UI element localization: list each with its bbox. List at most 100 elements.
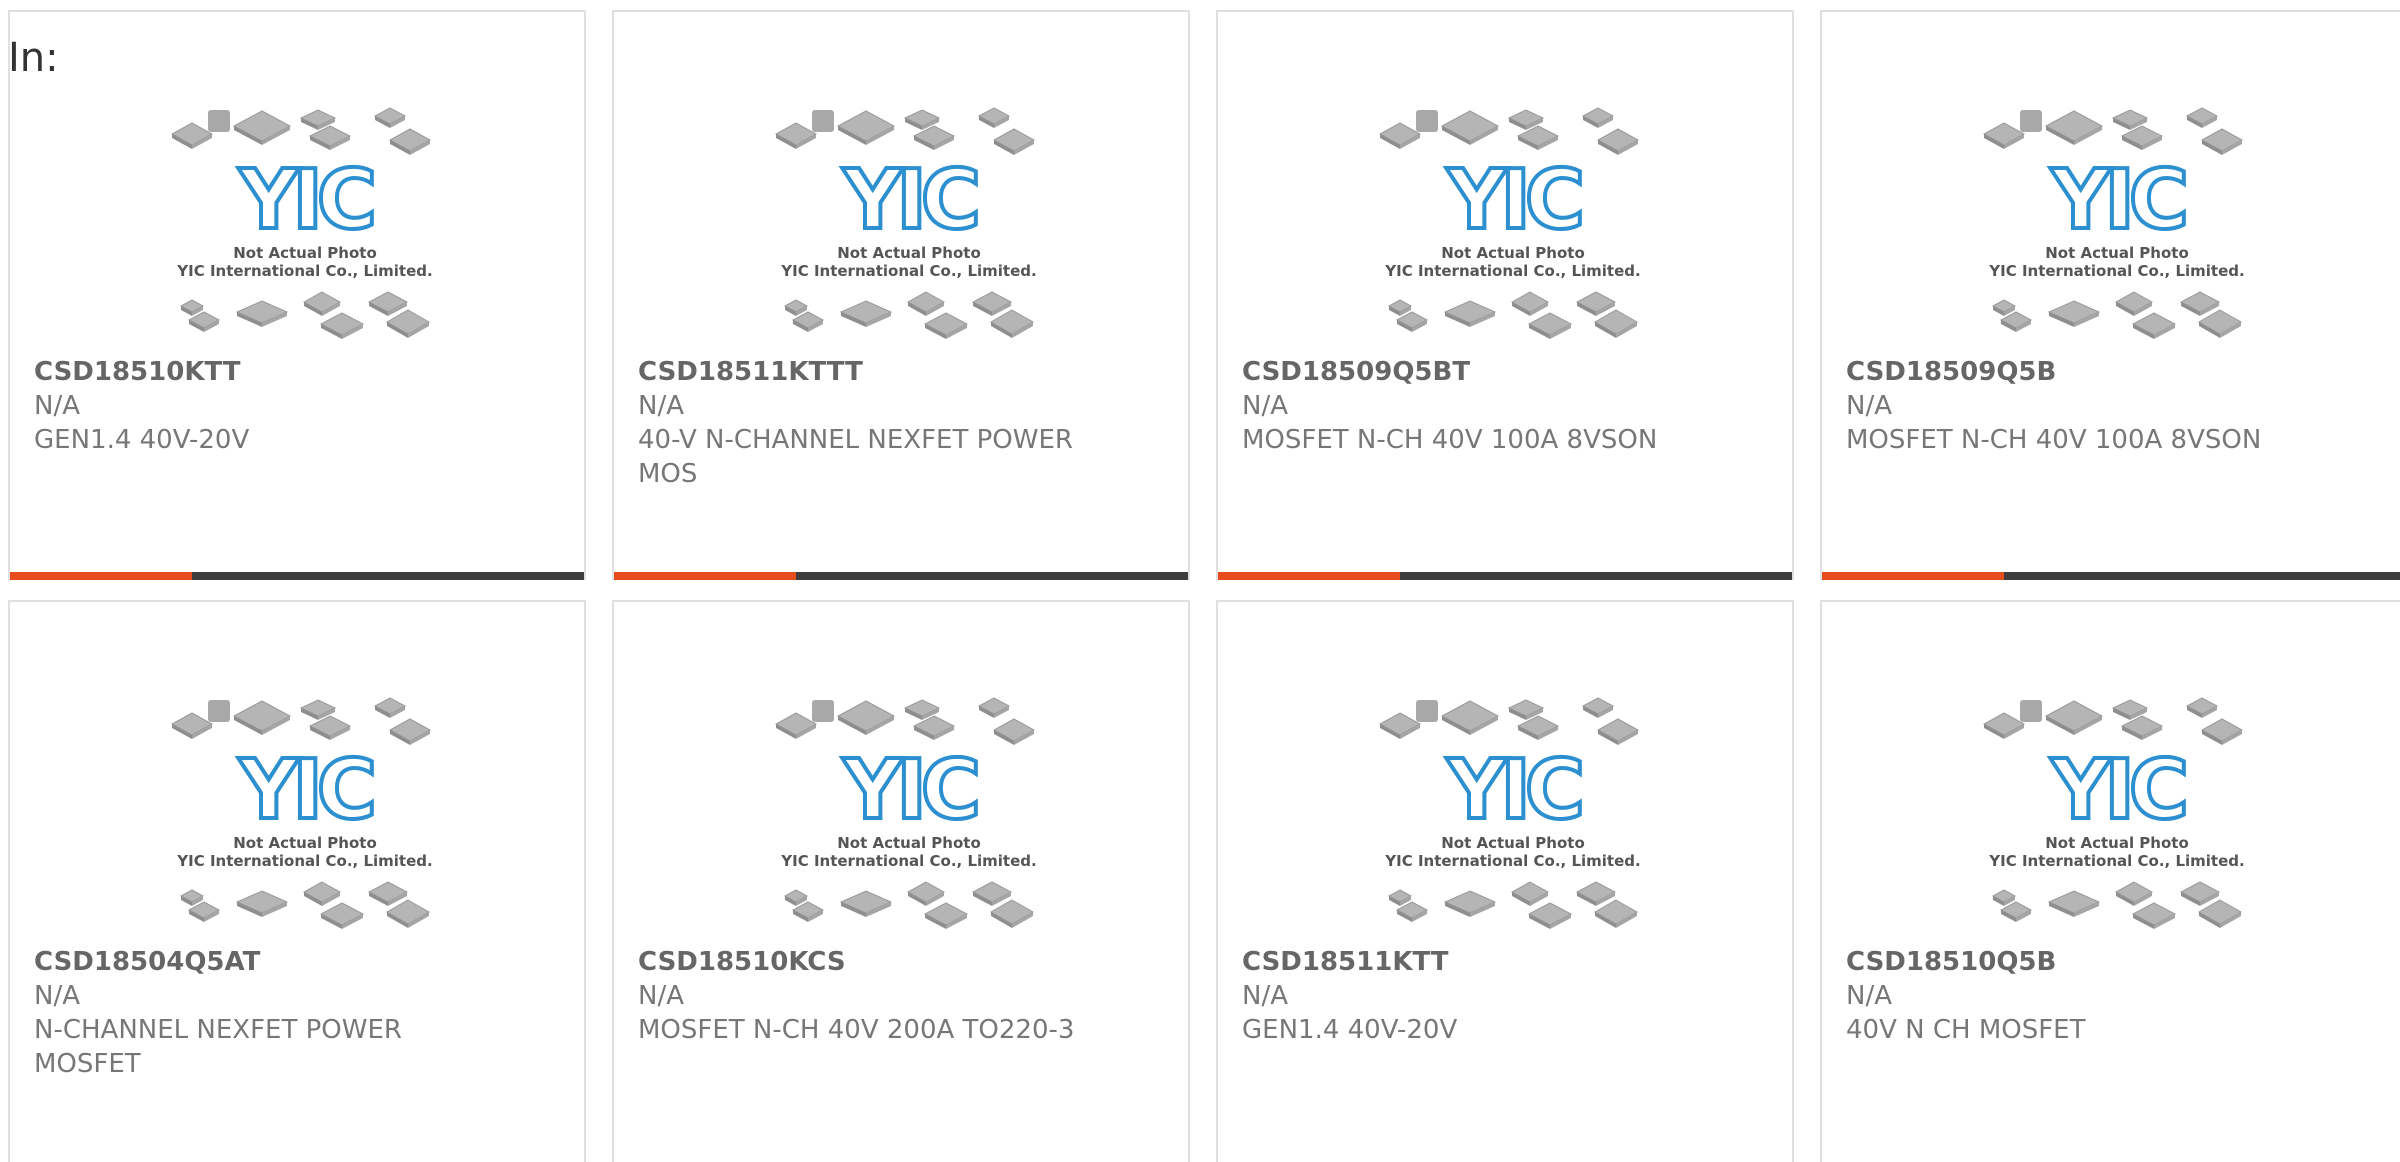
- chip-icon: [1440, 110, 1500, 145]
- chip-icon: [1510, 881, 1550, 906]
- product-card[interactable]: YIC Not Actual Photo YIC International Co.…: [612, 10, 1190, 580]
- chip-icon: [992, 128, 1036, 155]
- photo-caption-line1: Not Actual Photo: [1441, 244, 1585, 262]
- product-card[interactable]: YIC Not Actual Photo YIC International Co.…: [8, 600, 586, 1162]
- chip-icon: [2020, 110, 2042, 132]
- product-part-number[interactable]: CSD18504Q5AT: [34, 945, 260, 979]
- chip-icon: [2047, 890, 2101, 917]
- product-part-number[interactable]: CSD18510Q5B: [1846, 945, 2056, 979]
- product-photo-placeholder[interactable]: YIC Not Actual Photo YIC International Co.…: [774, 692, 1044, 942]
- chip-icon: [1443, 890, 1497, 917]
- card-accent-bar-fill: [614, 572, 796, 580]
- chip-icon: [2044, 110, 2104, 145]
- chip-icon: [1440, 700, 1500, 735]
- photo-caption-line2: YIC International Co., Limited.: [176, 852, 432, 870]
- photo-caption-line1: Not Actual Photo: [1441, 834, 1585, 852]
- chip-icon: [1378, 712, 1422, 739]
- yic-logo: YIC: [238, 743, 372, 838]
- chip-icon: [783, 889, 809, 906]
- chip-icon: [839, 890, 893, 917]
- photo-caption-line2: YIC International Co., Limited.: [1988, 852, 2244, 870]
- product-photo-placeholder[interactable]: YIC Not Actual Photo YIC International Co.…: [1378, 102, 1648, 352]
- product-description: MOSFET N-CH 40V 200A TO220-3: [638, 1015, 1075, 1045]
- chip-icon: [2114, 291, 2154, 316]
- product-card[interactable]: YIC Not Actual Photo YIC International Co.…: [1216, 600, 1794, 1162]
- product-description: GEN1.4 40V-20V: [1242, 1015, 1458, 1045]
- chip-icon: [373, 697, 407, 718]
- product-card[interactable]: YIC Not Actual Photo YIC International Co.…: [612, 600, 1190, 1162]
- chip-icon: [170, 122, 214, 149]
- photo-caption-line2: YIC International Co., Limited.: [176, 262, 432, 280]
- product-manufacturer: N/A: [638, 391, 684, 421]
- chip-icon: [774, 712, 818, 739]
- chip-icon: [319, 902, 365, 929]
- yic-logo: YIC: [1446, 743, 1580, 838]
- chip-icon: [2197, 899, 2243, 928]
- chip-icon: [971, 291, 1013, 316]
- photo-caption-line2: YIC International Co., Limited.: [780, 262, 1036, 280]
- photo-caption-line2: YIC International Co., Limited.: [1384, 852, 1640, 870]
- product-part-number[interactable]: CSD18510KCS: [638, 945, 846, 979]
- card-accent-bar: [614, 572, 1188, 580]
- photo-caption-line2: YIC International Co., Limited.: [1384, 262, 1640, 280]
- photo-caption-line1: Not Actual Photo: [233, 244, 377, 262]
- chip-icon: [302, 881, 342, 906]
- chip-icon: [308, 715, 352, 740]
- chip-icon: [2179, 291, 2221, 316]
- chip-icon: [1596, 718, 1640, 745]
- product-description: 40-V N-CHANNEL NEXFET POWER MOS: [638, 425, 1073, 489]
- chip-icon: [1510, 291, 1550, 316]
- product-description: GEN1.4 40V-20V: [34, 425, 250, 455]
- yic-logo: YIC: [1446, 153, 1580, 248]
- card-accent-bar-fill: [1822, 572, 2004, 580]
- product-part-number[interactable]: CSD18509Q5B: [1846, 355, 2056, 389]
- product-photo-placeholder[interactable]: YIC Not Actual Photo YIC International Co.…: [170, 102, 440, 352]
- product-card[interactable]: YIC Not Actual Photo YIC International Co.…: [8, 10, 586, 580]
- chip-icon: [1387, 889, 1413, 906]
- product-photo-placeholder[interactable]: YIC Not Actual Photo YIC International Co.…: [774, 102, 1044, 352]
- product-photo-placeholder[interactable]: YIC Not Actual Photo YIC International Co.…: [1378, 692, 1648, 942]
- product-part-number[interactable]: CSD18511KTTT: [638, 355, 863, 389]
- yic-logo: YIC: [238, 153, 372, 248]
- chip-icon: [2179, 881, 2221, 906]
- chip-icon: [971, 881, 1013, 906]
- product-card[interactable]: YIC Not Actual Photo YIC International Co.…: [1820, 600, 2400, 1162]
- product-manufacturer: N/A: [34, 391, 80, 421]
- product-description: MOSFET N-CH 40V 100A 8VSON: [1846, 425, 2262, 455]
- product-part-number[interactable]: CSD18510KTT: [34, 355, 241, 389]
- chip-icon: [385, 309, 431, 338]
- chip-icon: [977, 107, 1011, 128]
- product-part-number[interactable]: CSD18509Q5BT: [1242, 355, 1470, 389]
- product-photo-placeholder[interactable]: YIC Not Actual Photo YIC International Co.…: [1982, 102, 2252, 352]
- chip-icon: [1982, 712, 2026, 739]
- product-description: 40V N CH MOSFET: [1846, 1015, 2086, 1045]
- yic-logo: YIC: [842, 743, 976, 838]
- chip-icon: [232, 110, 292, 145]
- chip-icon: [2114, 881, 2154, 906]
- chip-icon: [2020, 700, 2042, 722]
- chip-icon: [1596, 128, 1640, 155]
- chip-icon: [1575, 291, 1617, 316]
- product-manufacturer: N/A: [638, 981, 684, 1011]
- photo-caption-line1: Not Actual Photo: [837, 834, 981, 852]
- chip-icon: [1516, 125, 1560, 150]
- not-actual-photo-graphic: YICNot Actual PhotoYIC International Co.…: [170, 697, 433, 929]
- chip-icon: [1527, 312, 1573, 339]
- photo-caption-line1: Not Actual Photo: [2045, 244, 2189, 262]
- chip-icon: [235, 890, 289, 917]
- chip-icon: [179, 889, 205, 906]
- product-card[interactable]: YIC Not Actual Photo YIC International Co.…: [1820, 10, 2400, 580]
- product-photo-placeholder[interactable]: YIC Not Actual Photo YIC International Co.…: [1982, 692, 2252, 942]
- not-actual-photo-graphic: YICNot Actual PhotoYIC International Co.…: [1982, 697, 2245, 929]
- chip-icon: [367, 881, 409, 906]
- product-card[interactable]: YIC Not Actual Photo YIC International Co.…: [1216, 10, 1794, 580]
- chip-icon: [836, 700, 896, 735]
- chip-icon: [923, 312, 969, 339]
- product-photo-placeholder[interactable]: YIC Not Actual Photo YIC International Co.…: [170, 692, 440, 942]
- chip-icon: [1516, 715, 1560, 740]
- chip-icon: [906, 291, 946, 316]
- product-part-number[interactable]: CSD18511KTT: [1242, 945, 1449, 979]
- chip-icon: [783, 299, 809, 316]
- chip-icon: [812, 110, 834, 132]
- chip-icon: [232, 700, 292, 735]
